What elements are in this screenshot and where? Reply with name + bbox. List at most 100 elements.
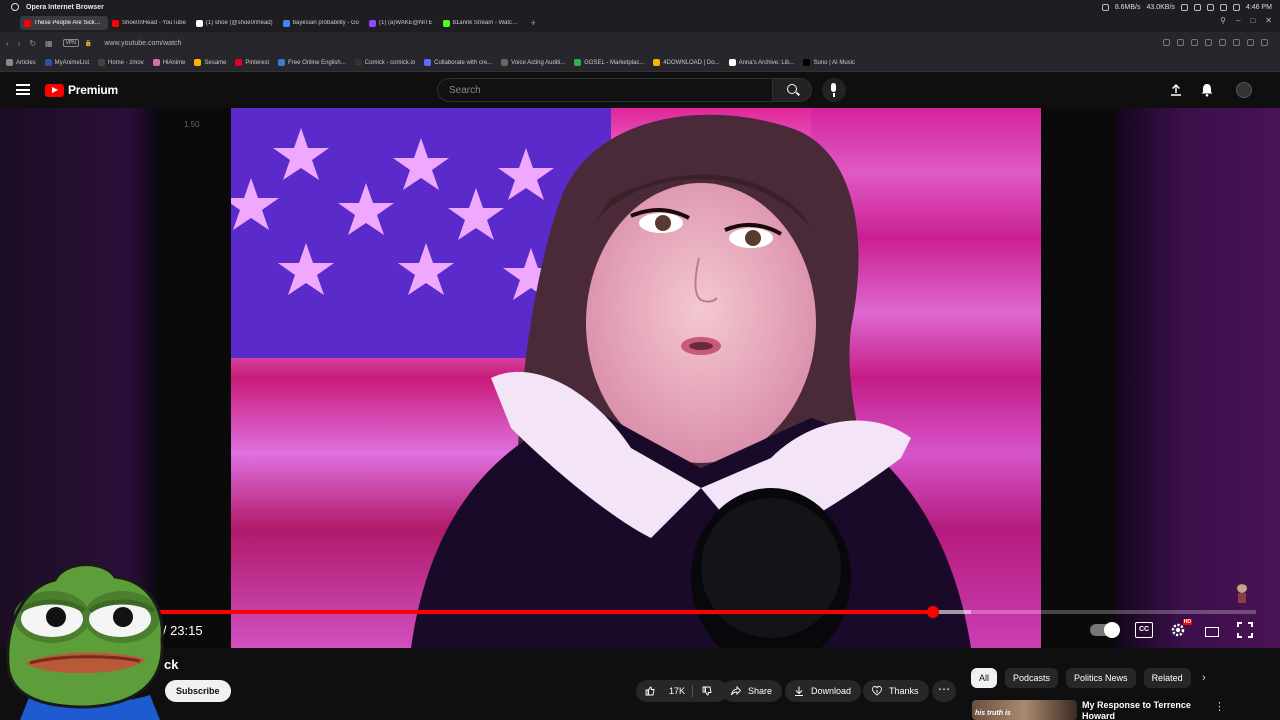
progress-scrubber-handle[interactable] [926, 606, 939, 618]
forward-icon[interactable]: › [18, 39, 21, 48]
progress-bar[interactable] [160, 606, 1256, 618]
snapshot-icon[interactable] [1191, 39, 1198, 46]
tab-4[interactable]: (1) (a)WAKE@NITE [365, 16, 439, 30]
display-tray-icon[interactable] [1193, 3, 1201, 11]
search-tabs-icon[interactable]: ⚲ [1220, 16, 1226, 25]
share-button[interactable]: Share [722, 680, 783, 702]
recommendation-menu-icon[interactable]: ⋮ [1214, 700, 1225, 713]
adblock-icon[interactable] [1205, 39, 1212, 46]
wifi-icon[interactable] [1206, 3, 1214, 11]
close-window-button[interactable]: ✕ [1265, 16, 1272, 25]
upload-icon[interactable] [1170, 84, 1182, 96]
os-title-bar: Opera Internet Browser 8.6MB/s 43.0KB/s … [0, 0, 1280, 14]
extensions-icon[interactable] [1177, 39, 1184, 46]
chips-next-chevron-icon[interactable]: › [1202, 672, 1206, 684]
tab-title: (1) shoe (@shoe0nhead) [205, 20, 273, 26]
bookmark-item[interactable]: GGSEL - Marketplac... [574, 59, 644, 66]
bookmark-item[interactable]: Home - zmov [98, 59, 144, 66]
tab-0[interactable]: These People Are Sick - Y [20, 16, 108, 30]
url-field[interactable]: www.youtube.com/watch [104, 40, 181, 47]
bookmark-item[interactable]: Pinterest [235, 59, 269, 66]
bookmark-favicon [235, 59, 243, 66]
settings-tray-icon[interactable] [1180, 3, 1188, 11]
bookmark-label: GGSEL - Marketplac... [584, 59, 645, 66]
thanks-button[interactable]: $ Thanks [863, 680, 929, 702]
chip-podcasts[interactable]: Podcasts [1005, 668, 1059, 688]
notifications-bell-icon[interactable] [1200, 83, 1214, 97]
chip-politics-news[interactable]: Politics News [1066, 668, 1136, 688]
bookmarks-bar: Articles MyAnimeList Home - zmov HiAnime… [0, 54, 1280, 72]
hd-badge: HD [1182, 619, 1192, 625]
reload-icon[interactable]: ↻ [29, 39, 36, 48]
maximize-button[interactable]: □ [1250, 16, 1255, 25]
tab-title: b1annk Stream - Watch Li [452, 20, 521, 26]
voice-search-button[interactable] [822, 78, 846, 102]
media-controls-icon[interactable] [1101, 3, 1109, 11]
bookmark-item[interactable]: Comick - comick.io [354, 59, 415, 66]
profile-icon[interactable] [1261, 39, 1268, 46]
vpn-badge[interactable]: VPN [62, 39, 79, 47]
tab-1[interactable]: Shoe0nHead - YouTube [108, 16, 192, 30]
download-button[interactable]: Download [785, 680, 862, 702]
bookmark-item[interactable]: Free Online English... [278, 59, 346, 66]
more-actions-button[interactable]: ⋯ [932, 680, 956, 702]
bookmark-item[interactable]: Suno | AI Music [803, 59, 855, 66]
bookmark-favicon [98, 59, 106, 66]
subscribe-button[interactable]: Subscribe [165, 680, 231, 702]
search-page-icon[interactable] [1163, 39, 1170, 46]
video-player[interactable]: 1.50 1 / 23:15 CC HD [0, 108, 1280, 648]
bookmark-item[interactable]: MyAnimeList [44, 59, 90, 66]
bookmark-label: Free Online English... [288, 59, 346, 66]
account-avatar[interactable] [1236, 82, 1252, 98]
thumbs-up-icon[interactable] [645, 686, 655, 696]
video-frame[interactable] [231, 108, 1041, 648]
new-tab-button[interactable]: + [531, 18, 536, 28]
chip-all[interactable]: All [971, 668, 998, 688]
bookmark-item[interactable]: Articles [6, 59, 36, 66]
logo-text: Premium [68, 83, 118, 97]
volume-icon[interactable] [1219, 3, 1227, 11]
bookmark-label: MyAnimeList [54, 59, 90, 66]
recommendation-thumbnail[interactable]: his truth is [972, 700, 1077, 720]
recommendation-title[interactable]: My Response to Terrence Howard [1082, 700, 1202, 720]
bookmark-heart-icon[interactable] [1219, 39, 1226, 46]
tab-5[interactable]: b1annk Stream - Watch Li [439, 16, 527, 30]
settings-gear-button[interactable]: HD [1170, 619, 1192, 638]
window-controls: ⚲ – □ ✕ [1220, 16, 1272, 25]
bookmark-label: HiAnime [162, 59, 186, 66]
tab-3[interactable]: bayesian probability - Go [279, 16, 365, 30]
back-icon[interactable]: ‹ [6, 39, 9, 48]
minimize-button[interactable]: – [1236, 16, 1240, 25]
bookmark-item[interactable]: Anna's Archive: Lib... [728, 59, 794, 66]
autoplay-toggle[interactable] [1090, 622, 1120, 638]
net-down: 43.0KB/s [1146, 3, 1175, 11]
tab-favicon [442, 19, 450, 27]
bookmark-item[interactable]: 4DOWNLOAD | Do... [653, 59, 720, 66]
address-bar-actions [1163, 39, 1268, 46]
nav-buttons: ‹ › ↻ ▦ [6, 39, 53, 48]
download-icon[interactable] [1233, 39, 1240, 46]
chip-related[interactable]: Related [1143, 668, 1191, 688]
tab-2[interactable]: (1) shoe (@shoe0nhead) [192, 16, 279, 30]
bookmark-item[interactable]: Collaborate with cre... [424, 59, 492, 66]
thumbs-down-icon[interactable] [702, 686, 712, 696]
search-input[interactable]: Search [437, 78, 773, 102]
search-icon [787, 84, 797, 94]
bookmark-favicon [354, 59, 362, 66]
thanks-heart-icon: $ [872, 686, 882, 696]
menu-icon[interactable] [1247, 39, 1254, 46]
tab-favicon [195, 19, 203, 27]
subtitles-cc-button[interactable]: CC [1135, 622, 1153, 638]
youtube-premium-logo[interactable]: Premium [45, 83, 118, 97]
bookmark-item[interactable]: Sesame [194, 59, 226, 66]
theater-mode-icon[interactable] [1205, 626, 1219, 637]
like-count[interactable]: 17K [669, 686, 685, 696]
bookmark-item[interactable]: Voice Acting Auditi... [501, 59, 565, 66]
search-button[interactable] [772, 78, 812, 102]
tab-title: These People Are Sick - Y [34, 20, 102, 26]
letterbox-right [1040, 108, 1115, 648]
bookmark-item[interactable]: HiAnime [152, 59, 186, 66]
tab-overview-icon[interactable]: ▦ [45, 39, 53, 48]
hamburger-menu-icon[interactable] [16, 84, 30, 95]
fullscreen-icon[interactable] [1236, 622, 1254, 638]
